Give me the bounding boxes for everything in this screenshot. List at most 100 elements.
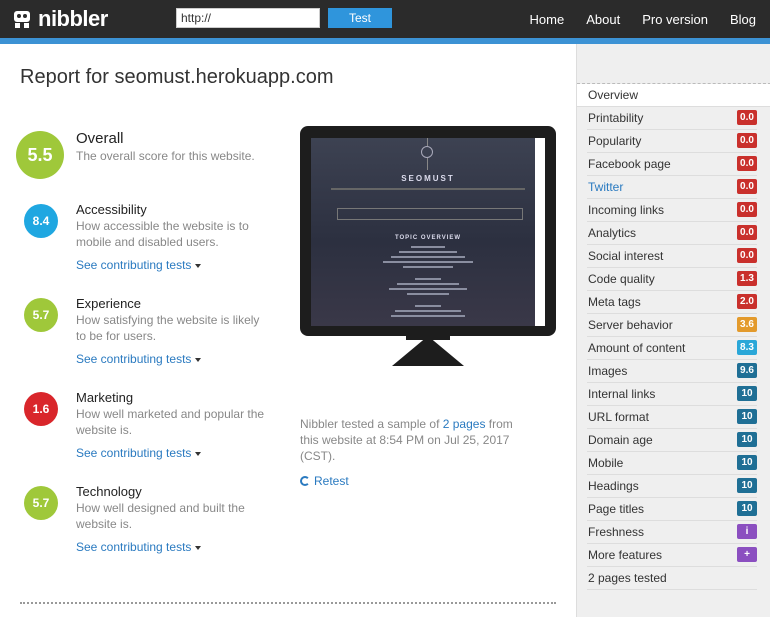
overall-score-badge: 5.5 — [16, 131, 64, 179]
pages-link[interactable]: 2 pages — [443, 417, 486, 431]
sidebar-item-label: 2 pages tested — [588, 571, 667, 585]
sidebar-item-server-behavior[interactable]: Server behavior 3.6 — [587, 314, 757, 337]
sidebar-item-label: Mobile — [588, 456, 624, 470]
nibbler-logo[interactable]: nibbler — [12, 6, 108, 31]
sample-info: Nibbler tested a sample of 2 pages from … — [300, 416, 530, 464]
accessibility-title: Accessibility — [76, 202, 147, 217]
sidebar-item-twitter[interactable]: Twitter 0.0 — [587, 176, 757, 199]
website-screenshot: SEOMUST TOPIC OVERVIEW — [311, 138, 545, 326]
marketing-desc-line2: website is. — [76, 423, 133, 437]
sidebar-item-label: Overview — [588, 88, 639, 102]
caret-down-icon — [195, 451, 202, 456]
robot-logo-icon — [12, 10, 32, 28]
caret-down-icon — [195, 357, 202, 362]
score-badge: 10 — [737, 409, 757, 424]
sidebar-item-printability[interactable]: Printability 0.0 — [587, 107, 757, 130]
sidebar-item-domain-age[interactable]: Domain age 10 — [587, 429, 757, 452]
sample-text-pre: Nibbler tested a sample of — [300, 417, 443, 431]
retest-link[interactable]: Retest — [300, 474, 349, 488]
experience-contributing-tests-link[interactable]: See contributing tests — [76, 352, 202, 366]
technology-desc-line1: How well designed and built the — [76, 501, 245, 515]
sidebar-item-facebook-page[interactable]: Facebook page 0.0 — [587, 153, 757, 176]
sidebar-item-page-titles[interactable]: Page titles 10 — [587, 498, 757, 521]
overall-description: The overall score for this website. — [76, 149, 255, 163]
nav-home[interactable]: Home — [530, 12, 565, 27]
retest-label: Retest — [314, 474, 349, 488]
sidebar-item-amount-of-content[interactable]: Amount of content 8.3 — [587, 337, 757, 360]
url-input[interactable] — [176, 8, 320, 28]
score-badge: 2.0 — [737, 294, 757, 309]
technology-score-badge: 5.7 — [24, 486, 58, 520]
technology-description: How well designed and built the website … — [76, 500, 245, 532]
sidebar-item-label: Social interest — [588, 249, 664, 263]
score-badge: 0.0 — [737, 202, 757, 217]
accessibility-contributing-tests-link[interactable]: See contributing tests — [76, 258, 202, 272]
sidebar-item-label: Facebook page — [588, 157, 671, 171]
sidebar-item-incoming-links[interactable]: Incoming links 0.0 — [587, 199, 757, 222]
technology-contributing-tests-link[interactable]: See contributing tests — [76, 540, 202, 554]
sidebar-item-headings[interactable]: Headings 10 — [587, 475, 757, 498]
link-label: See contributing tests — [76, 446, 192, 460]
accessibility-description: How accessible the website is to mobile … — [76, 218, 249, 250]
sidebar-item-label: More features — [588, 548, 663, 562]
score-badge: 0.0 — [737, 156, 757, 171]
nav-about[interactable]: About — [586, 12, 620, 27]
score-badge: 10 — [737, 455, 757, 470]
sidebar-item-label: Freshness — [588, 525, 645, 539]
sidebar-item-2-pages-tested[interactable]: 2 pages tested — [587, 567, 757, 590]
sidebar-item-more-features[interactable]: More features + — [587, 544, 757, 567]
sidebar-item-code-quality[interactable]: Code quality 1.3 — [587, 268, 757, 291]
main-nav: Home About Pro version Blog — [530, 0, 756, 38]
preview-section-heading: TOPIC OVERVIEW — [394, 235, 462, 241]
marketing-desc-line1: How well marketed and popular the — [76, 407, 265, 421]
sidebar-item-social-interest[interactable]: Social interest 0.0 — [587, 245, 757, 268]
sidebar-item-freshness[interactable]: Freshness i — [587, 521, 757, 544]
link-label: See contributing tests — [76, 258, 192, 272]
sidebar-item-label: URL format — [588, 410, 649, 424]
sidebar-item-analytics[interactable]: Analytics 0.0 — [587, 222, 757, 245]
score-badge: 0.0 — [737, 225, 757, 240]
score-badge: i — [737, 524, 757, 539]
sidebar-item-label: Code quality — [588, 272, 655, 286]
score-badge: 10 — [737, 478, 757, 493]
nav-blog[interactable]: Blog — [730, 12, 756, 27]
sidebar-item-overview[interactable]: Overview — [577, 84, 770, 107]
monitor-stand — [392, 336, 464, 366]
sidebar-item-meta-tags[interactable]: Meta tags 2.0 — [587, 291, 757, 314]
caret-down-icon — [195, 545, 202, 550]
sidebar-item-url-format[interactable]: URL format 10 — [587, 406, 757, 429]
preview-site-title: SEOMUST — [401, 174, 455, 183]
score-badge: 10 — [737, 432, 757, 447]
sidebar-item-label: Page titles — [588, 502, 645, 516]
score-badge: 10 — [737, 386, 757, 401]
sidebar-item-label: Images — [588, 364, 628, 378]
nav-pro-version[interactable]: Pro version — [642, 12, 708, 27]
sidebar-item-label: Server behavior — [588, 318, 673, 332]
sidebar-item-images[interactable]: Images 9.6 — [587, 360, 757, 383]
report-panel: Report for seomust.herokuapp.com 5.5 Ove… — [0, 44, 576, 617]
sidebar-item-label: Twitter — [588, 180, 624, 194]
sidebar-item-label: Amount of content — [588, 341, 686, 355]
sidebar-item-label: Popularity — [588, 134, 642, 148]
marketing-contributing-tests-link[interactable]: See contributing tests — [76, 446, 202, 460]
experience-description: How satisfying the website is likely to … — [76, 312, 259, 344]
website-preview-monitor: SEOMUST TOPIC OVERVIEW — [300, 126, 556, 366]
sidebar-item-label: Headings — [588, 479, 639, 493]
accessibility-desc-line1: How accessible the website is to — [76, 219, 249, 233]
experience-desc-line1: How satisfying the website is likely — [76, 313, 260, 327]
sidebar-item-internal-links[interactable]: Internal links 10 — [587, 383, 757, 406]
test-button[interactable]: Test — [328, 8, 392, 28]
sidebar-item-mobile[interactable]: Mobile 10 — [587, 452, 757, 475]
score-badge: 10 — [737, 501, 757, 516]
score-badge: 0.0 — [737, 133, 757, 148]
top-bar: nibbler Test Home About Pro version Blog — [0, 0, 770, 38]
score-badge: 0.0 — [737, 179, 757, 194]
section-divider — [20, 602, 556, 604]
sidebar-item-label: Internal links — [588, 387, 656, 401]
experience-score-badge: 5.7 — [24, 298, 58, 332]
sidebar-item-popularity[interactable]: Popularity 0.0 — [587, 130, 757, 153]
sidebar-item-label: Analytics — [588, 226, 637, 240]
marketing-title: Marketing — [76, 390, 134, 405]
link-label: See contributing tests — [76, 352, 192, 366]
score-badge: 1.3 — [737, 271, 757, 286]
